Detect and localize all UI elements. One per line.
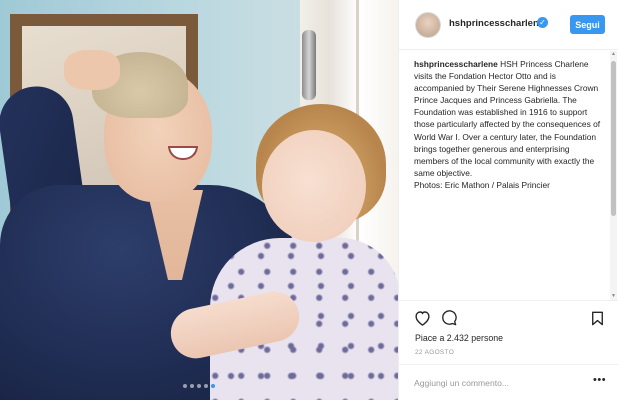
caption-scroll-area[interactable]: hshprincesscharlene HSH Princess Charlen…	[399, 51, 618, 300]
follow-button[interactable]: Segui	[570, 15, 605, 34]
heart-icon-svg	[414, 311, 430, 326]
comment-bar: •••	[399, 364, 618, 400]
carousel-dot	[197, 384, 201, 388]
caption-text: HSH Princess Charlene visits the Fondati…	[414, 59, 601, 178]
carousel-indicator	[183, 384, 215, 388]
carousel-dot	[183, 384, 187, 388]
post-header: hshprincesscharlene ✓ Segui	[399, 0, 618, 50]
caption-scrollbar[interactable]: ▲ ▼	[610, 51, 617, 300]
child-face	[262, 130, 366, 242]
scroll-up-arrow-icon[interactable]: ▲	[610, 51, 617, 58]
woman-hand	[64, 50, 120, 90]
post-date[interactable]: 22 AGOSTO	[415, 349, 454, 356]
post-actions: Piace a 2.432 persone 22 AGOSTO	[399, 300, 618, 364]
post-side-panel: hshprincesscharlene ✓ Segui hshprincessc…	[398, 0, 618, 400]
carousel-dot-active	[211, 384, 215, 388]
carousel-dot	[190, 384, 194, 388]
carousel-dot	[204, 384, 208, 388]
likes-count[interactable]: Piace a 2.432 persone	[415, 333, 503, 343]
heart-icon[interactable]	[413, 309, 431, 327]
door-handle	[302, 30, 316, 100]
comment-bubble-icon[interactable]	[440, 309, 458, 327]
post-photo[interactable]	[0, 0, 398, 400]
caption-photo-credit: Photos: Eric Mathon / Palais Princier	[414, 179, 550, 190]
scroll-down-arrow-icon[interactable]: ▼	[610, 293, 617, 300]
post-caption: hshprincesscharlene HSH Princess Charlen…	[414, 58, 604, 191]
caption-username[interactable]: hshprincesscharlene	[414, 59, 498, 69]
user-avatar[interactable]	[415, 12, 441, 38]
header-username[interactable]: hshprincesscharlene	[449, 18, 544, 29]
bookmark-icon[interactable]	[588, 309, 606, 327]
comment-bubble-icon-svg	[442, 310, 457, 326]
verified-badge-icon: ✓	[537, 17, 548, 28]
comment-input[interactable]	[414, 375, 584, 391]
more-options-icon[interactable]: •••	[593, 374, 606, 386]
scrollbar-thumb[interactable]	[611, 61, 616, 216]
bookmark-icon-svg	[591, 311, 603, 325]
